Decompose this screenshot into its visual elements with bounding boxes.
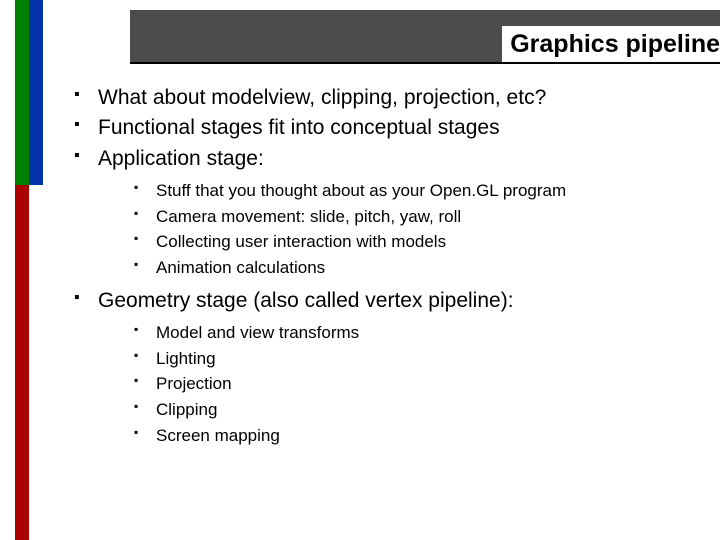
bullet-list-level2: Stuff that you thought about as your Ope…	[98, 179, 700, 281]
stripe-white	[29, 185, 43, 540]
stripe-red	[15, 185, 29, 540]
sub-bullet-item: Lighting	[98, 347, 700, 372]
bullet-list-level1: What about modelview, clipping, projecti…	[70, 84, 700, 448]
slide-content: What about modelview, clipping, projecti…	[70, 84, 700, 454]
title-bar: Graphics pipeline	[130, 10, 720, 62]
bullet-text: Lighting	[156, 349, 216, 368]
bullet-item: What about modelview, clipping, projecti…	[70, 84, 700, 112]
sub-bullet-item: Animation calculations	[98, 256, 700, 281]
bullet-text: Animation calculations	[156, 258, 325, 277]
bullet-text: Clipping	[156, 400, 217, 419]
bullet-text: Screen mapping	[156, 426, 280, 445]
bullet-text: Projection	[156, 374, 232, 393]
sub-bullet-item: Camera movement: slide, pitch, yaw, roll	[98, 205, 700, 230]
bullet-text: What about modelview, clipping, projecti…	[98, 86, 546, 109]
bullet-text: Camera movement: slide, pitch, yaw, roll	[156, 207, 461, 226]
title-underline	[130, 62, 720, 64]
sub-bullet-item: Projection	[98, 372, 700, 397]
sub-bullet-item: Model and view transforms	[98, 321, 700, 346]
bullet-item: Application stage: Stuff that you though…	[70, 145, 700, 281]
sub-bullet-item: Collecting user interaction with models	[98, 230, 700, 255]
sub-bullet-item: Clipping	[98, 398, 700, 423]
bullet-item: Geometry stage (also called vertex pipel…	[70, 287, 700, 449]
sub-bullet-item: Screen mapping	[98, 424, 700, 449]
bullet-text: Collecting user interaction with models	[156, 232, 446, 251]
slide-title: Graphics pipeline	[502, 26, 720, 62]
stripe-green	[15, 0, 29, 185]
bullet-list-level2: Model and view transforms Lighting Proje…	[98, 321, 700, 448]
sub-bullet-item: Stuff that you thought about as your Ope…	[98, 179, 700, 204]
stripe-blue	[29, 0, 43, 185]
bullet-text: Stuff that you thought about as your Ope…	[156, 181, 566, 200]
bullet-item: Functional stages fit into conceptual st…	[70, 114, 700, 142]
bullet-text: Model and view transforms	[156, 323, 359, 342]
bullet-text: Functional stages fit into conceptual st…	[98, 116, 500, 139]
side-stripe-container	[0, 0, 50, 540]
bullet-text: Geometry stage (also called vertex pipel…	[98, 289, 514, 312]
bullet-text: Application stage:	[98, 147, 264, 170]
